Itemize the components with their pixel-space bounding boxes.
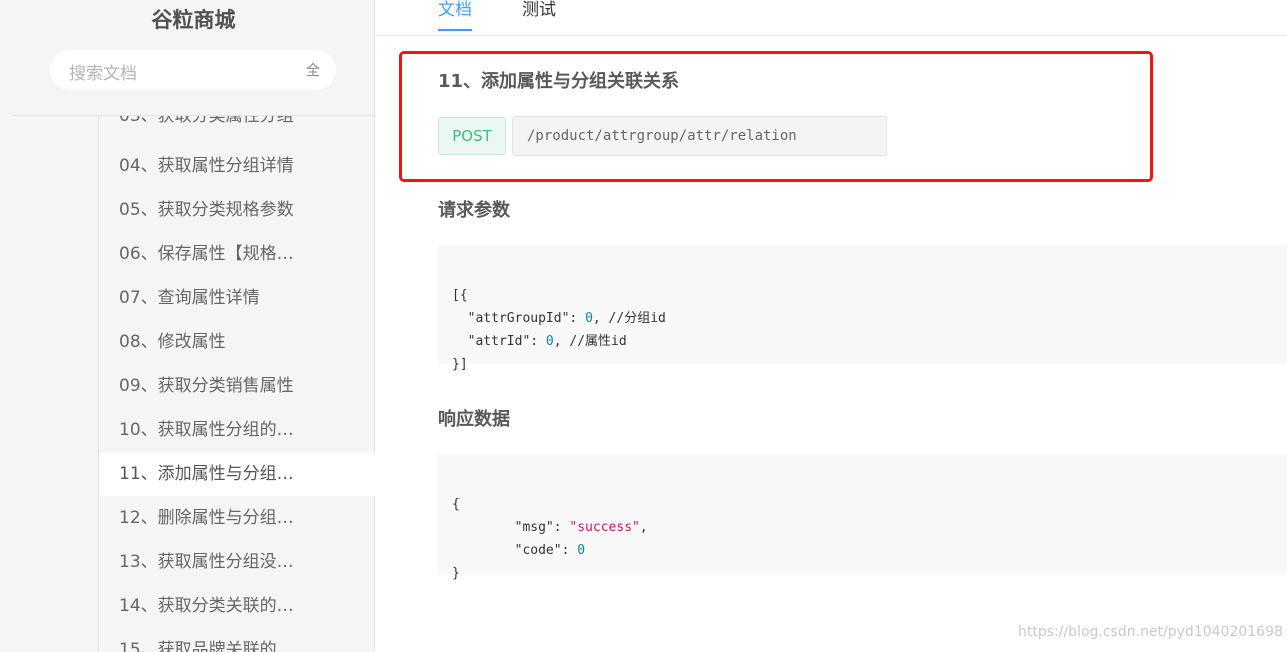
- nav-item-14[interactable]: 14、获取分类关联的…: [99, 585, 375, 628]
- code-line: "attrId": 0, //属性id: [452, 334, 627, 349]
- api-title: 11、添加属性与分组关联关系: [438, 71, 680, 92]
- code-line: "msg": "success",: [452, 520, 648, 535]
- nav-item-06[interactable]: 06、保存属性【规格…: [99, 233, 375, 276]
- code-line: [{: [452, 288, 468, 303]
- api-url: /product/attrgroup/attr/relation: [512, 116, 887, 156]
- response-data-title: 响应数据: [438, 409, 510, 430]
- code-line: "code": 0: [452, 543, 586, 558]
- code-line: }: [452, 566, 460, 581]
- nav-item-13[interactable]: 13、获取属性分组没…: [99, 541, 375, 584]
- nav-item-03[interactable]: 03、获取分类属性分组: [99, 116, 375, 138]
- search-input[interactable]: 搜索文档 全: [50, 50, 336, 90]
- request-params-title: 请求参数: [438, 200, 510, 221]
- request-code-block: [{ "attrGroupId": 0, //分组id "attrId": 0,…: [438, 245, 1287, 372]
- tab-docs[interactable]: 文档: [438, 0, 472, 31]
- code-line: }]: [452, 357, 468, 372]
- nav-item-15[interactable]: 15、获取品牌关联的…: [99, 629, 375, 652]
- http-method-badge: POST: [438, 117, 506, 155]
- watermark: https://blog.csdn.net/pyd1040201698: [1018, 624, 1283, 640]
- code-line: "attrGroupId": 0, //分组id: [452, 311, 666, 326]
- nav-item-08[interactable]: 08、修改属性: [99, 321, 375, 364]
- nav-item-05[interactable]: 05、获取分类规格参数: [99, 189, 375, 232]
- search-placeholder: 搜索文档: [69, 64, 137, 84]
- sidebar: 谷粒商城 搜索文档 全 03、获取分类属性分组 04、获取属性分组详情 05、获…: [0, 0, 375, 652]
- nav-item-04[interactable]: 04、获取属性分组详情: [99, 145, 375, 188]
- nav-item-10[interactable]: 10、获取属性分组的…: [99, 409, 375, 452]
- nav-item-07[interactable]: 07、查询属性详情: [99, 277, 375, 320]
- brand-title: 谷粒商城: [151, 8, 236, 32]
- nav-item-11-active[interactable]: 11、添加属性与分组…: [99, 453, 375, 496]
- search-scope-button[interactable]: 全: [306, 60, 320, 80]
- response-code-block: { "msg": "success", "code": 0}: [438, 454, 1287, 581]
- nav-item-09[interactable]: 09、获取分类销售属性: [99, 365, 375, 408]
- tab-test[interactable]: 测试: [522, 0, 556, 31]
- doc-tabs: 文档 测试: [376, 0, 1287, 36]
- api-nav-list: 03、获取分类属性分组 04、获取属性分组详情 05、获取分类规格参数 06、保…: [98, 116, 375, 652]
- nav-item-12[interactable]: 12、删除属性与分组…: [99, 497, 375, 540]
- code-line: {: [452, 497, 460, 512]
